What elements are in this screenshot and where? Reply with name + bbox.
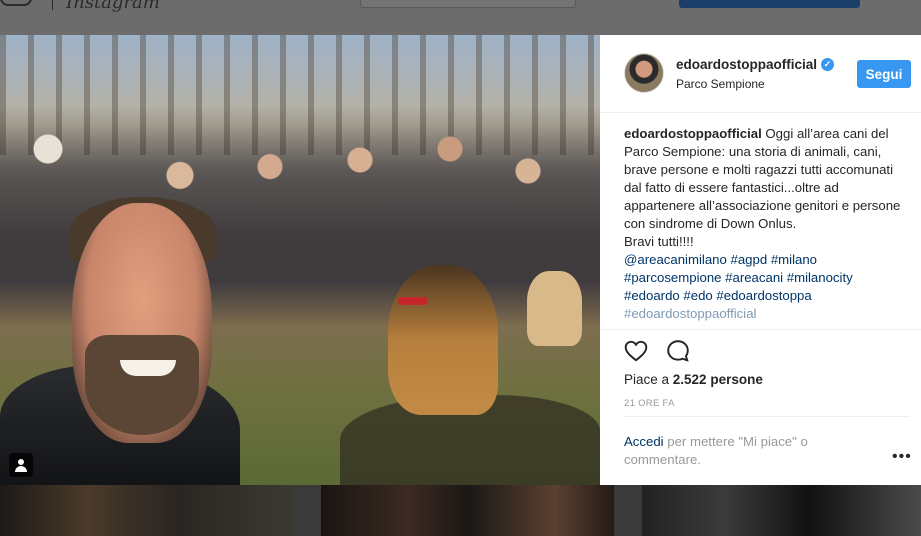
likes-number: 2.522 [672,372,707,387]
photo-german-shepherd [388,265,498,415]
photo-dog-collar [398,297,428,305]
more-options-icon[interactable]: ••• [892,449,912,465]
caption-username[interactable]: edoardostoppaofficial [624,126,762,141]
instagram-camera-icon[interactable] [0,0,32,6]
comment-icon[interactable] [664,338,692,364]
post-modal: edoardostoppaofficial ✓ Parco Sempione S… [0,35,921,485]
caption-closing: Bravi tutti!!!! [624,234,694,249]
likes-suffix: persone [706,372,763,387]
more-posts-row [0,485,921,536]
likes-prefix: Piace a [624,372,673,387]
user-tag-icon-body [15,466,27,472]
user-tag-icon-head [18,459,24,465]
logo-separator [52,0,53,10]
post-thumbnail[interactable] [642,485,921,536]
post-username[interactable]: edoardostoppaofficial [676,57,817,72]
photo-selfie-beard [85,335,199,435]
post-thumbnail[interactable] [0,485,293,536]
top-action-button[interactable] [679,0,860,8]
instagram-top-nav: Instagram [0,0,921,35]
post-thumbnail[interactable] [321,485,614,536]
caption-text: Oggi all’area cani del Parco Sempione: u… [624,126,901,231]
login-link[interactable]: Accedi [624,434,664,449]
post-timestamp[interactable]: 21 ORE FA [624,398,675,409]
post-side-panel: edoardostoppaofficial ✓ Parco Sempione S… [600,35,921,485]
post-header: edoardostoppaofficial ✓ Parco Sempione S… [600,35,921,113]
search-input[interactable] [360,0,576,8]
caption-hashtags[interactable]: @areacanimilano #agpd #milano #parcosemp… [624,252,853,303]
actions-divider [600,329,921,330]
heart-icon[interactable] [622,338,650,364]
login-prompt: Accedi per mettere "Mi piace" o commenta… [624,433,864,469]
comment-divider [624,416,910,417]
follow-button[interactable]: Segui [857,60,911,88]
user-tag-icon[interactable] [9,453,33,477]
likes-count[interactable]: Piace a 2.522 persone [624,372,763,387]
post-photo[interactable] [0,35,600,485]
verified-badge-icon: ✓ [821,58,834,71]
avatar[interactable] [624,53,664,93]
photo-golden-dog [527,271,582,346]
post-location[interactable]: Parco Sempione [676,77,765,91]
instagram-wordmark-logo[interactable]: Instagram [66,0,160,13]
post-caption: edoardostoppaofficial Oggi all’area cani… [624,125,912,328]
photo-selfie-smile [120,360,176,376]
caption-hashtag-clipped[interactable]: #edoardostoppaofficial [624,306,756,321]
